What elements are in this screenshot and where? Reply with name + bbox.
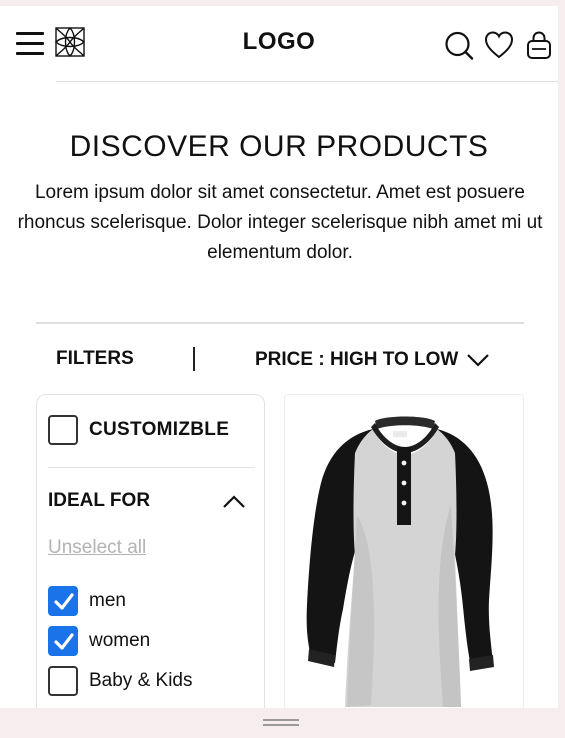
- header: LOGO: [0, 6, 558, 82]
- product-card[interactable]: [284, 394, 524, 708]
- header-divider: [56, 81, 558, 82]
- sort-label: PRICE : HIGH TO LOW: [255, 349, 459, 370]
- filters-button[interactable]: FILTERS: [56, 348, 134, 370]
- customizable-checkbox[interactable]: [48, 415, 78, 445]
- customizable-filter[interactable]: CUSTOMIZBLE: [48, 415, 229, 445]
- filter-option-label: women: [89, 630, 151, 651]
- heart-icon[interactable]: [484, 30, 514, 60]
- logo[interactable]: LOGO: [0, 28, 558, 56]
- filter-option-label: men: [89, 590, 126, 611]
- ideal-for-heading: IDEAL FOR: [48, 490, 151, 511]
- toolbar-divider: [36, 322, 524, 324]
- bottom-sheet-handle[interactable]: [0, 708, 565, 738]
- toolbar-separator: [193, 347, 195, 371]
- unselect-all-link[interactable]: Unselect all: [48, 537, 146, 559]
- chevron-down-icon: [467, 354, 490, 367]
- women-checkbox[interactable]: [48, 626, 78, 656]
- filter-panel: CUSTOMIZBLE IDEAL FOR Unselect all men w…: [36, 394, 265, 708]
- customizable-label: CUSTOMIZBLE: [89, 419, 230, 440]
- page: LOGO DISCOVER OUR PRODUCTS Lorem ipsum d…: [0, 6, 558, 708]
- search-icon[interactable]: [444, 30, 474, 60]
- product-image[interactable]: [285, 395, 524, 708]
- filter-option-women[interactable]: women: [48, 626, 150, 656]
- baby-kids-checkbox[interactable]: [48, 666, 78, 696]
- filter-option-label: Baby & Kids: [89, 670, 193, 691]
- shopping-bag-icon[interactable]: [524, 30, 554, 60]
- panel-divider: [48, 467, 255, 468]
- chevron-up-icon[interactable]: [222, 495, 246, 509]
- page-title: DISCOVER OUR PRODUCTS: [69, 130, 489, 163]
- filter-option-baby-kids[interactable]: Baby & Kids: [48, 666, 193, 696]
- page-description: Lorem ipsum dolor sit amet consectetur. …: [17, 182, 543, 263]
- filter-option-men[interactable]: men: [48, 586, 126, 616]
- sort-dropdown[interactable]: PRICE : HIGH TO LOW: [255, 346, 490, 374]
- men-checkbox[interactable]: [48, 586, 78, 616]
